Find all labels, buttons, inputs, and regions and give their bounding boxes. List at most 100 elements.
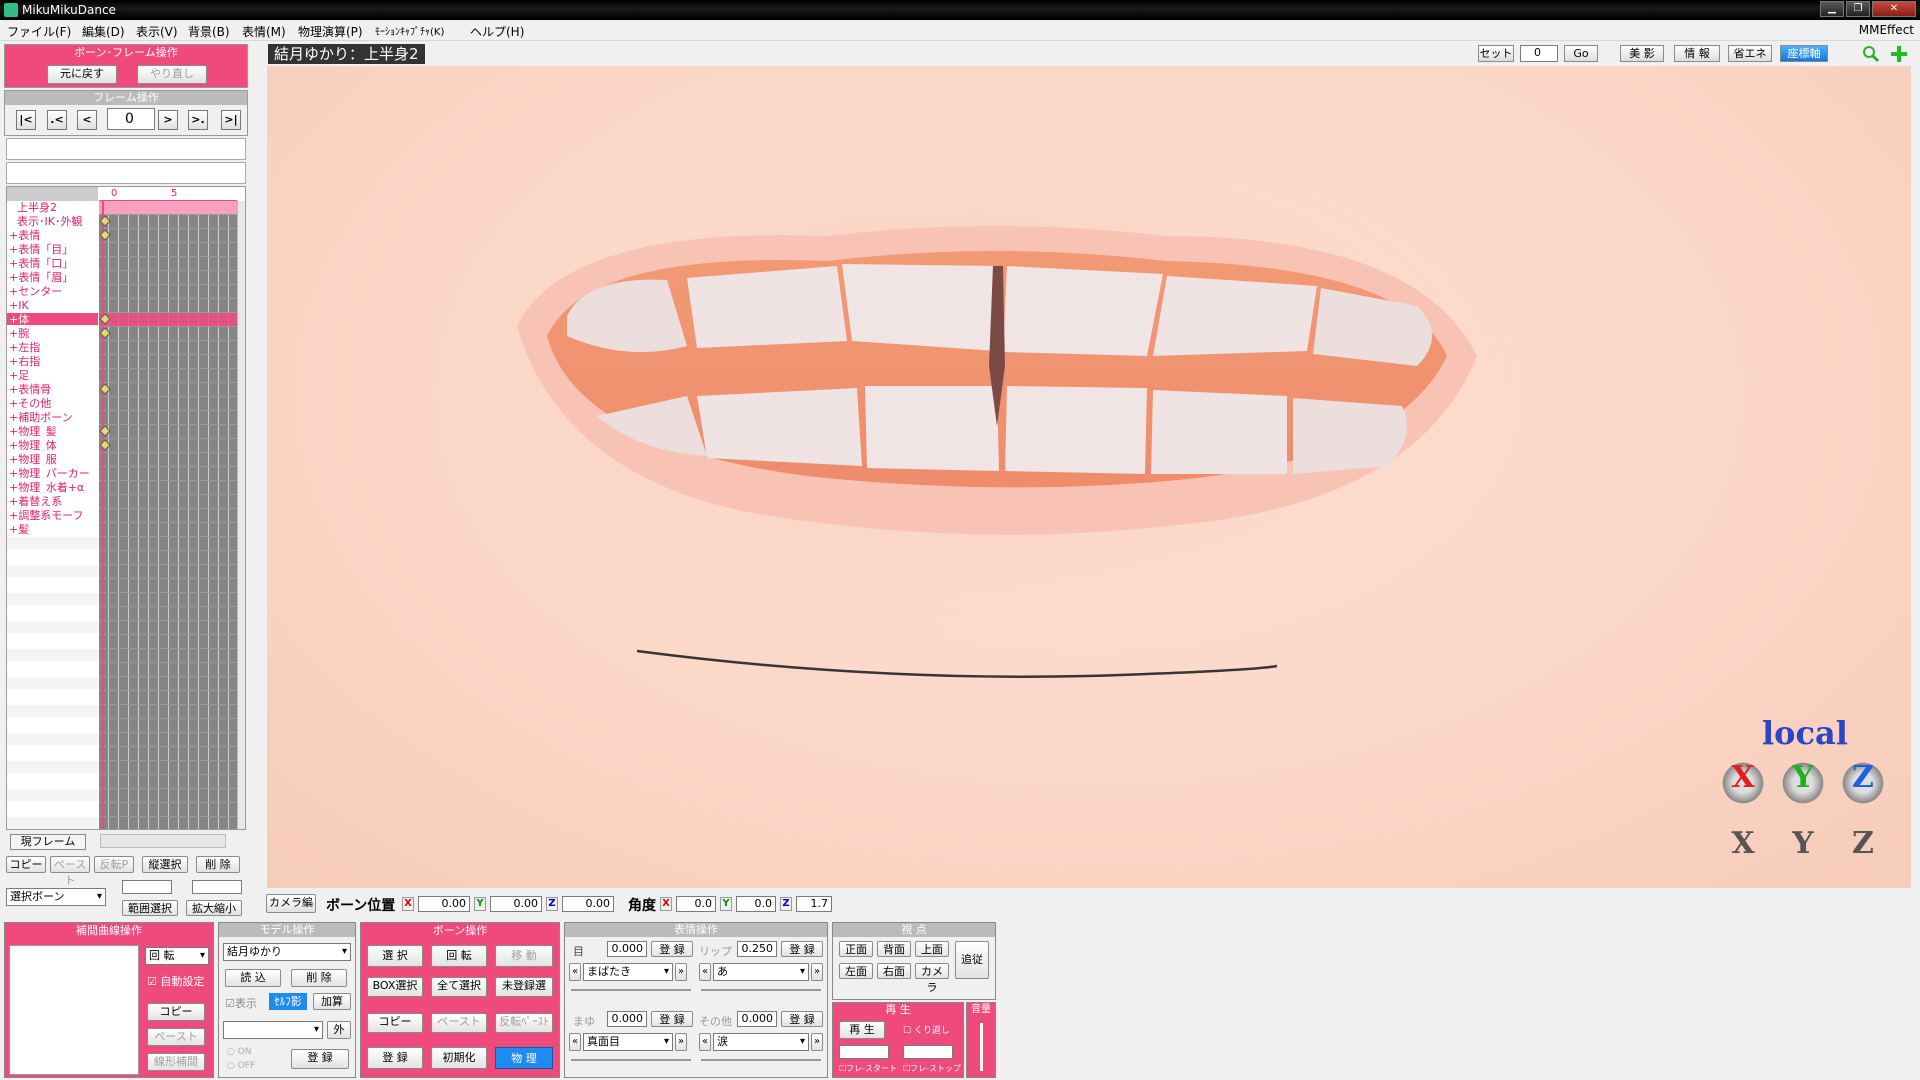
other-next-button[interactable]: » [811, 1033, 823, 1051]
model-select-combo[interactable]: 結月ゆかり [223, 943, 351, 961]
play-start-input[interactable] [839, 1045, 889, 1059]
angle-z-input[interactable]: 1.7 [796, 896, 832, 912]
view-camera-button[interactable]: カメラ [915, 963, 949, 979]
bone-select-button[interactable]: 選 択 [367, 945, 423, 967]
menu-physics[interactable]: 物理演算(P) [298, 23, 363, 40]
bone-rotate-button[interactable]: 回 転 [431, 945, 487, 967]
bone-paste-button[interactable]: ペースト [431, 1013, 487, 1033]
menu-facial[interactable]: 表情(M) [242, 23, 286, 40]
timeline-row[interactable]: +左指 [7, 341, 98, 354]
next-frame-button[interactable]: > [158, 110, 178, 130]
timeline-hscrollbar[interactable] [100, 834, 226, 848]
range-select-button[interactable]: 範囲選択 [122, 900, 178, 916]
eye-value-input[interactable]: 0.000 [607, 941, 647, 957]
pos-x-input[interactable]: 0.00 [418, 896, 470, 912]
timeline-row[interactable]: +IK [7, 299, 98, 312]
repeat-checkbox[interactable]: ☐ くり返し [903, 1023, 950, 1036]
move-view-icon[interactable] [1890, 45, 1908, 63]
timeline-row[interactable]: 表示･IK･外観 [7, 215, 98, 228]
menu-edit[interactable]: 編集(D) [82, 23, 125, 40]
pos-y-input[interactable]: 0.00 [490, 896, 542, 912]
menu-file[interactable]: ファイル(F) [7, 23, 71, 40]
brow-register-button[interactable]: 登 録 [651, 1011, 693, 1027]
timeline-row[interactable]: +髪 [7, 523, 98, 536]
timeline-row[interactable]: +着替え系 [7, 495, 98, 508]
next-key-button[interactable]: >. [188, 110, 208, 130]
menu-mmeffect[interactable]: MMEffect [1859, 23, 1914, 37]
timeline-row[interactable]: +物理_水着+α [7, 481, 98, 494]
view-right-button[interactable]: 右面 [877, 963, 911, 979]
move-y-icon[interactable]: Y [1779, 826, 1827, 872]
other-slider[interactable] [701, 1059, 821, 1061]
rotate-z-icon[interactable]: Z [1839, 760, 1887, 806]
timeline-row[interactable]: +表情骨 [7, 383, 98, 396]
brow-morph-combo[interactable]: 真面目 [583, 1033, 673, 1051]
rotate-y-icon[interactable]: Y [1779, 760, 1827, 806]
maximize-button[interactable]: ❐ [1846, 1, 1870, 17]
model-show-checkbox[interactable]: ☑表示 [225, 995, 257, 1011]
goto-frame-input[interactable]: 0 [1520, 45, 1558, 62]
copy-frame-button[interactable]: コピー [6, 856, 46, 873]
bone-copy-button[interactable]: コピー [367, 1013, 423, 1033]
box-select-button[interactable]: BOX選択 [367, 977, 423, 997]
timeline-row[interactable]: +調整系モーフ [7, 509, 98, 522]
last-frame-button[interactable]: >| [221, 110, 241, 130]
range-end-input[interactable] [192, 880, 242, 894]
play-stop-input[interactable] [903, 1045, 953, 1059]
model-register-button[interactable]: 登 録 [291, 1049, 349, 1069]
timeline-row[interactable]: +表情「眉」 [7, 271, 98, 284]
brow-next-button[interactable]: » [675, 1033, 687, 1051]
view-front-button[interactable]: 正面 [839, 941, 873, 957]
timeline-row[interactable]: +物理_パーカー [7, 467, 98, 480]
shadow-button[interactable]: 美 影 [1620, 45, 1664, 62]
menu-motion-capture[interactable]: ﾓｰｼｮﾝｷｬﾌﾟﾁｬ(K) [375, 23, 444, 38]
lip-value-input[interactable]: 0.250 [737, 941, 777, 957]
lip-next-button[interactable]: » [811, 963, 823, 981]
bone-move-button[interactable]: 移 動 [495, 945, 553, 967]
timeline-row[interactable]: +腕 [7, 327, 98, 340]
info-button[interactable]: 情 報 [1674, 45, 1720, 62]
flip-paste-button[interactable]: 反転P [94, 856, 134, 873]
brow-slider[interactable] [571, 1059, 691, 1061]
self-shadow-toggle[interactable]: ｾﾙﾌ影 [269, 993, 307, 1010]
outside-parent-button[interactable]: 外 [327, 1021, 351, 1039]
additive-button[interactable]: 加算 [313, 993, 351, 1010]
timeline-scrollbar[interactable] [237, 201, 246, 830]
set-button[interactable]: セット [1478, 45, 1514, 62]
view-top-button[interactable]: 上面 [915, 941, 949, 957]
timeline-row[interactable]: 上半身2 [7, 201, 98, 214]
eco-button[interactable]: 省エネ [1728, 45, 1772, 62]
move-x-icon[interactable]: X [1719, 826, 1767, 872]
go-button[interactable]: Go [1564, 45, 1598, 62]
zoom-button[interactable]: 拡大縮小 [186, 900, 242, 916]
first-frame-button[interactable]: |< [16, 110, 36, 130]
interp-type-combo[interactable]: 回 転 [145, 947, 209, 965]
lip-morph-combo[interactable]: あ [713, 963, 809, 981]
timeline-row[interactable]: +右指 [7, 355, 98, 368]
frame-stop-checkbox[interactable]: ☐フレ-ストップ [903, 1063, 961, 1074]
timeline-row[interactable]: +物理_髪 [7, 425, 98, 438]
move-z-icon[interactable]: Z [1839, 826, 1887, 872]
other-morph-combo[interactable]: 涙 [713, 1033, 809, 1051]
redo-button[interactable]: やり直し [137, 65, 207, 84]
eye-prev-button[interactable]: « [569, 963, 581, 981]
unregistered-select-button[interactable]: 未登録選 [495, 977, 553, 997]
timeline-row[interactable]: +補助ボーン [7, 411, 98, 424]
brow-prev-button[interactable]: « [569, 1033, 581, 1051]
timeline-row[interactable]: +表情 [7, 229, 98, 242]
select-bone-combo[interactable]: 選択ボーン [6, 888, 106, 906]
angle-x-input[interactable]: 0.0 [676, 896, 716, 912]
linear-interp-button[interactable]: 線形補間 [147, 1053, 205, 1071]
bone-flip-paste-button[interactable]: 反転ﾍﾟｰｽﾄ [495, 1013, 553, 1033]
timeline[interactable]: 0 5 上半身2表示･IK･外観+表情+表情「目」+表情「口」+表情「眉」+セン… [6, 186, 246, 830]
interpolation-curve[interactable] [9, 945, 139, 1075]
interp-paste-button[interactable]: ペースト [147, 1028, 205, 1046]
model-delete-button[interactable]: 削 除 [291, 969, 347, 987]
on-radio[interactable]: ○ ON [227, 1047, 252, 1057]
frame-number-input[interactable]: 0 [107, 108, 155, 130]
undo-button[interactable]: 元に戻す [47, 65, 117, 84]
timeline-row[interactable]: +物理_服 [7, 453, 98, 466]
other-register-button[interactable]: 登 録 [781, 1011, 823, 1027]
vertical-select-button[interactable]: 縦選択 [142, 856, 188, 873]
prev-key-button[interactable]: .< [47, 110, 67, 130]
